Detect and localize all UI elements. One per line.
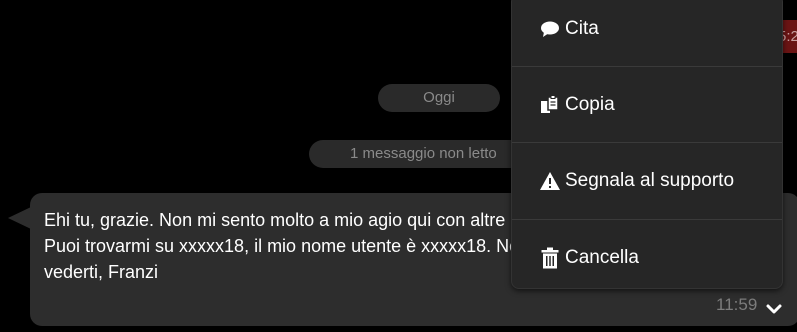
message-context-menu: Cita Copia Segnala al supporto Cancella bbox=[511, 0, 783, 289]
partial-timestamp: 5:2 bbox=[782, 28, 797, 45]
trash-icon bbox=[539, 247, 561, 269]
menu-item-segnala[interactable]: Segnala al supporto bbox=[512, 143, 782, 219]
unread-separator: 1 messaggio non letto bbox=[309, 140, 539, 168]
chevron-down-icon[interactable] bbox=[765, 302, 783, 316]
menu-item-label: Cita bbox=[565, 18, 599, 39]
menu-item-cancella[interactable]: Cancella bbox=[512, 220, 782, 296]
menu-item-copia[interactable]: Copia bbox=[512, 67, 782, 143]
copy-icon bbox=[539, 94, 561, 116]
menu-item-label: Segnala al supporto bbox=[565, 170, 735, 191]
menu-item-label: Cancella bbox=[565, 247, 639, 268]
warning-icon bbox=[539, 170, 561, 192]
partial-timestamp-badge: 5:2 bbox=[782, 20, 797, 53]
message-timestamp: 11:59 bbox=[716, 295, 758, 314]
speech-bubble-icon bbox=[539, 18, 561, 40]
message-bubble-tail bbox=[8, 207, 31, 229]
menu-item-cita[interactable]: Cita bbox=[512, 0, 782, 67]
unread-separator-label: 1 messaggio non letto bbox=[350, 145, 497, 162]
menu-item-label: Copia bbox=[565, 94, 615, 115]
date-separator: Oggi bbox=[378, 84, 500, 112]
